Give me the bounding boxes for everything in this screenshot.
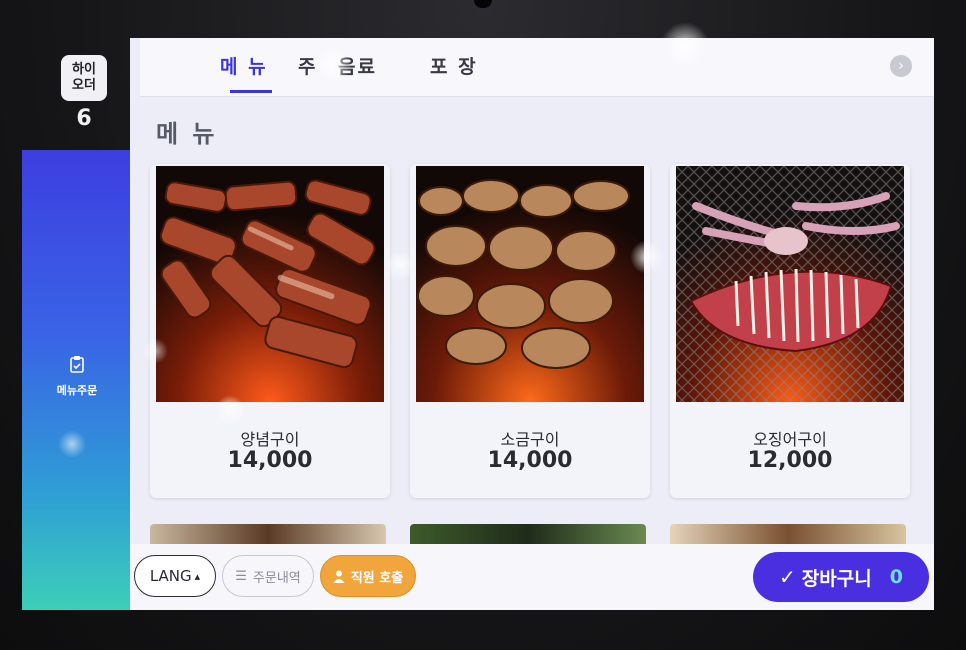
- menu-item-price: 12,000: [747, 448, 833, 473]
- tab-main[interactable]: 주: [298, 52, 317, 79]
- menu-item-name: 오징어구이: [753, 430, 827, 449]
- tab-takeout[interactable]: 포 장: [430, 52, 478, 79]
- order-history-label: 주문내역: [252, 570, 301, 586]
- menu-card[interactable]: 소금구이 14,000: [410, 164, 650, 498]
- list-icon: ☰: [235, 568, 247, 584]
- menu-item-name: 소금구이: [500, 430, 560, 449]
- food-photo: [676, 166, 904, 402]
- caret-up-icon: ▴: [194, 569, 201, 583]
- tab-drinks[interactable]: 음료: [338, 52, 377, 79]
- menu-card-partial[interactable]: [410, 524, 646, 544]
- menu-card[interactable]: 양념구이 14,000: [150, 164, 390, 498]
- sidebar-item-menu-order[interactable]: 메뉴주문: [32, 355, 122, 398]
- person-icon: [333, 570, 345, 583]
- call-staff-button[interactable]: 직원 호출: [320, 555, 416, 597]
- tab-menu[interactable]: 메 뉴: [220, 52, 268, 79]
- call-staff-label: 직원 호출: [350, 570, 404, 586]
- table-number: 6: [76, 106, 92, 131]
- language-label: LANG: [149, 567, 192, 585]
- menu-item-price: 14,000: [487, 448, 573, 473]
- sidebar-item-label: 메뉴주문: [56, 384, 98, 397]
- cart-count: 0: [889, 566, 903, 588]
- clipboard-icon: [70, 356, 84, 373]
- menu-card[interactable]: 오징어구이 12,000: [670, 164, 910, 498]
- cart-label: 장바구니: [801, 567, 872, 590]
- menu-item-price: 14,000: [227, 448, 313, 473]
- menu-item-name: 양념구이: [240, 430, 300, 449]
- main-screen: 메 뉴 주 음료 포 장 › 메 뉴 양념구이 14,000 소금구이 14,0…: [130, 38, 934, 610]
- order-history-button[interactable]: ☰ 주문내역: [222, 555, 314, 597]
- brand-logo: 하이 오더: [61, 55, 107, 101]
- food-photo: [416, 166, 644, 402]
- cart-button[interactable]: ✓ 장바구니 0: [753, 552, 929, 602]
- menu-card-partial[interactable]: [670, 524, 906, 544]
- tab-bar: 메 뉴 주 음료 포 장 ›: [140, 38, 934, 97]
- language-button[interactable]: LANG ▴: [134, 555, 216, 597]
- chevron-right-icon[interactable]: ›: [890, 55, 912, 77]
- menu-card-partial[interactable]: [150, 524, 386, 544]
- active-tab-indicator: [230, 90, 272, 93]
- food-photo: [156, 166, 384, 402]
- section-title: 메 뉴: [156, 120, 218, 148]
- check-icon: ✓: [779, 565, 796, 589]
- bottom-bar: LANG ▴ ☰ 주문내역 직원 호출 ✓ 장바구니 0: [130, 544, 934, 610]
